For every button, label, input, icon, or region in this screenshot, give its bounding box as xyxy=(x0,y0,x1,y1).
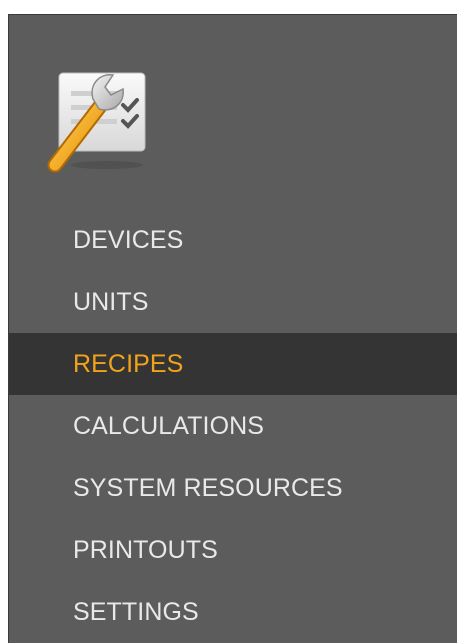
settings-tools-icon xyxy=(37,55,157,175)
sidebar-item-devices[interactable]: DEVICES xyxy=(9,209,457,271)
sidebar-item-settings[interactable]: SETTINGS xyxy=(9,581,457,643)
sidebar: DEVICES UNITS RECIPES CALCULATIONS SYSTE… xyxy=(8,14,457,643)
sidebar-item-recipes[interactable]: RECIPES xyxy=(9,333,457,395)
sidebar-nav: DEVICES UNITS RECIPES CALCULATIONS SYSTE… xyxy=(9,209,457,643)
sidebar-item-printouts[interactable]: PRINTOUTS xyxy=(9,519,457,581)
sidebar-item-calculations[interactable]: CALCULATIONS xyxy=(9,395,457,457)
sidebar-item-units[interactable]: UNITS xyxy=(9,271,457,333)
sidebar-item-system-resources[interactable]: SYSTEM RESOURCES xyxy=(9,457,457,519)
